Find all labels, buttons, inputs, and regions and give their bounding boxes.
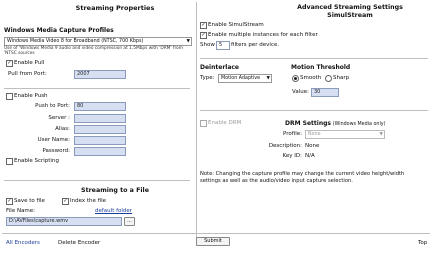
deinterlace-type-label: Type: [200,75,215,81]
capture-profile-select[interactable]: Windows Media Video 8 for Broadband (NTS… [4,37,192,46]
drm-divider [200,110,428,111]
username-label: User Name: [37,137,70,143]
index-file-label: Index the file [70,198,107,204]
drm-keyid-label: Key ID: [282,153,302,159]
streaming-properties-heading: Streaming Properties [75,4,155,12]
file-name-label: File Name: [6,208,36,214]
motion-threshold-heading: Motion Threshold [291,64,351,71]
drm-heading-text: DRM Settings [285,120,331,127]
browse-button[interactable]: ... [124,217,135,226]
show-count-input[interactable]: 5 [216,41,230,50]
enable-simulstream-label: Enable SimulStream [208,22,264,28]
delete-encoder-link[interactable]: Delete Encoder [58,240,100,246]
deinterlace-type-value: Motion Adaptive [221,76,261,81]
streaming-to-file-heading: Streaming to a File [81,187,149,194]
enable-scripting-label: Enable Scripting [14,158,59,164]
capture-profile-value: Windows Media Video 8 for Broadband (NTS… [7,39,144,44]
push-port-input[interactable]: 80 [74,102,126,111]
enable-drm-label: Enable DRM [208,120,242,126]
chevron-down-icon: ▼ [186,39,190,44]
drm-profile-label: Profile: [283,131,302,137]
filters-per-device-label: filters per device. [231,42,280,48]
motion-value-label: Value: [292,89,309,95]
drm-description-value: None [305,143,320,149]
password-input[interactable] [74,147,126,156]
username-input[interactable] [74,136,126,145]
index-file-checkbox[interactable]: ✓ [62,198,69,205]
advanced-divider [200,58,428,59]
pull-push-divider [4,88,190,89]
sharp-label: Sharp [333,75,350,81]
top-link[interactable]: Top [418,240,427,246]
enable-multiple-checkbox[interactable]: ✓ [200,32,207,39]
enable-push-label: Enable Push [14,93,48,99]
capture-profile-description: Use of 'Windows Media 9 audio and video … [4,46,183,56]
smooth-radio[interactable] [292,75,299,82]
chevron-down-icon: ▼ [266,76,270,81]
alias-label: Alias: [55,126,70,132]
save-to-file-label: Save to file [14,198,45,204]
sharp-radio[interactable] [325,75,332,82]
default-folder-link[interactable]: default folder [95,208,132,214]
drm-description-label: Description: [268,143,302,149]
capture-profile-note: Note: Changing the capture profile may c… [200,171,405,184]
enable-drm-checkbox[interactable] [200,120,207,127]
enable-scripting-checkbox[interactable] [6,158,13,165]
footer-divider [2,233,430,234]
drm-profile-select[interactable]: None ▼ [305,130,385,139]
pull-port-label: Pull from Port: [8,71,47,77]
drm-settings-heading: DRM Settings (Windows Media only) [285,120,386,127]
enable-simulstream-checkbox[interactable]: ✓ [200,22,207,29]
drm-heading-sub: (Windows Media only) [332,122,386,127]
server-input[interactable] [74,114,126,123]
password-label: Password: [42,148,70,154]
push-port-label: Push to Port: [35,103,70,109]
alias-input[interactable] [74,125,126,134]
column-divider [196,2,197,242]
file-name-input[interactable]: D:\AVFiles\capture.wmv [6,217,122,226]
drm-keyid-value: N/A [305,153,315,159]
capture-profiles-title: Windows Media Capture Profiles [4,27,114,34]
enable-pull-checkbox[interactable]: ✓ [6,60,13,67]
show-label: Show [200,42,215,48]
simulstream-heading: SimulStream [327,12,373,19]
advanced-settings-heading: Advanced Streaming Settings [297,4,403,11]
all-encoders-link[interactable]: All Encoders [6,240,40,246]
pull-port-input[interactable]: 2007 [74,70,126,79]
file-section-divider [4,180,190,181]
enable-pull-label: Enable Pull [14,60,45,66]
drm-profile-value: None [308,132,321,137]
submit-button[interactable]: Submit [196,237,230,246]
smooth-label: Smooth [300,75,322,81]
enable-multiple-label: Enable multiple instances for each filte… [208,32,318,38]
server-label: Server : [48,115,70,121]
deinterlace-heading: Deinterlace [200,64,240,71]
deinterlace-type-select[interactable]: Motion Adaptive ▼ [218,74,272,83]
save-to-file-checkbox[interactable]: ✓ [6,198,13,205]
motion-value-input[interactable]: 30 [311,88,339,97]
enable-push-checkbox[interactable] [6,93,13,100]
chevron-down-icon: ▼ [379,132,383,137]
